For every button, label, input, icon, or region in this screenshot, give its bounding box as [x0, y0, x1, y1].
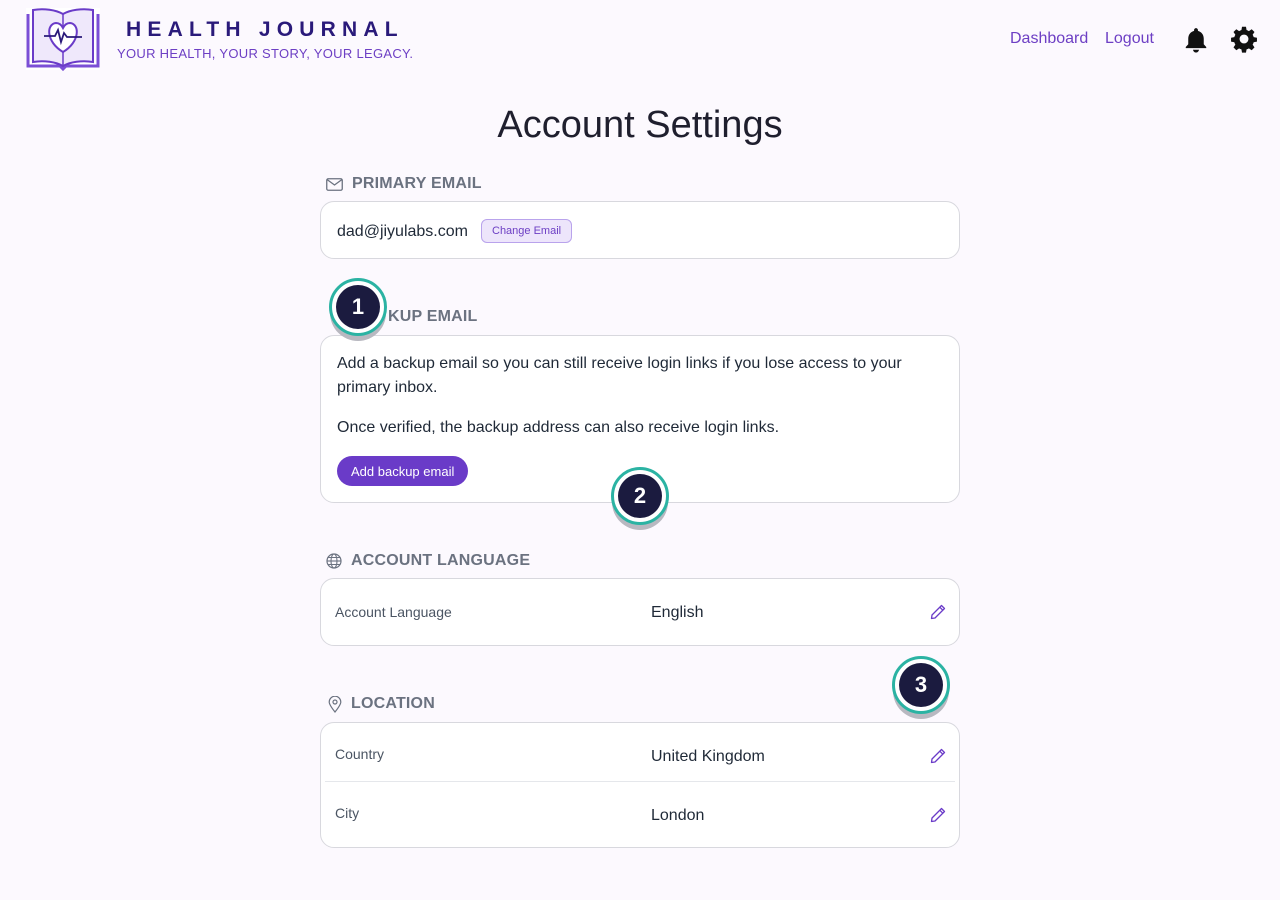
top-header: HEALTH JOURNAL YOUR HEALTH, YOUR STORY, …: [0, 0, 1280, 80]
pencil-icon[interactable]: [929, 747, 947, 765]
city-row-label: City: [335, 805, 360, 821]
add-backup-email-button[interactable]: Add backup email: [337, 456, 469, 486]
step-marker-number: 1: [336, 285, 380, 329]
account-language-card: Account Language English: [320, 578, 960, 646]
step-marker-2: 2: [611, 467, 669, 525]
primary-email-section-label: PRIMARY EMAIL: [326, 175, 482, 193]
change-email-button[interactable]: Change Email: [481, 219, 573, 243]
page-title: Account Settings: [497, 104, 783, 146]
backup-email-note: Once verified, the backup address can al…: [337, 419, 780, 436]
country-row-label: Country: [335, 746, 385, 762]
backup-email-label: KUP EMAIL: [388, 308, 478, 325]
step-marker-number: 3: [899, 663, 943, 707]
globe-icon: [326, 553, 342, 569]
primary-email-card: dad@jiyulabs.com Change Email: [320, 201, 960, 259]
envelope-icon: [326, 177, 343, 191]
location-card: Country United Kingdom City London: [320, 722, 960, 848]
account-language-label: ACCOUNT LANGUAGE: [351, 552, 531, 569]
country-value: United Kingdom: [651, 748, 765, 765]
bell-icon[interactable]: [1183, 26, 1209, 54]
nav-dashboard-link[interactable]: Dashboard: [1010, 30, 1088, 48]
map-pin-icon: [328, 695, 342, 713]
primary-email-value: dad@jiyulabs.com: [337, 223, 468, 240]
location-section-label: LOCATION: [326, 695, 435, 713]
city-value: London: [651, 807, 705, 824]
account-language-section-label: ACCOUNT LANGUAGE: [326, 552, 530, 570]
primary-email-label: PRIMARY EMAIL: [352, 175, 482, 192]
step-marker-number: 2: [618, 474, 662, 518]
account-language-value: English: [651, 604, 704, 621]
row-divider: [325, 781, 955, 782]
brand-title: HEALTH JOURNAL: [126, 18, 404, 41]
account-language-row-label: Account Language: [335, 604, 452, 620]
backup-email-description: Add a backup email so you can still rece…: [337, 355, 902, 396]
pencil-icon[interactable]: [929, 806, 947, 824]
book-heart-icon[interactable]: [24, 6, 102, 72]
nav-logout-link[interactable]: Logout: [1105, 30, 1154, 48]
step-marker-1: 1: [329, 278, 387, 336]
step-marker-3: 3: [892, 656, 950, 714]
brand-tagline: YOUR HEALTH, YOUR STORY, YOUR LEGACY.: [117, 46, 414, 61]
location-label: LOCATION: [351, 695, 435, 712]
gear-icon[interactable]: [1230, 25, 1258, 53]
pencil-icon[interactable]: [929, 603, 947, 621]
